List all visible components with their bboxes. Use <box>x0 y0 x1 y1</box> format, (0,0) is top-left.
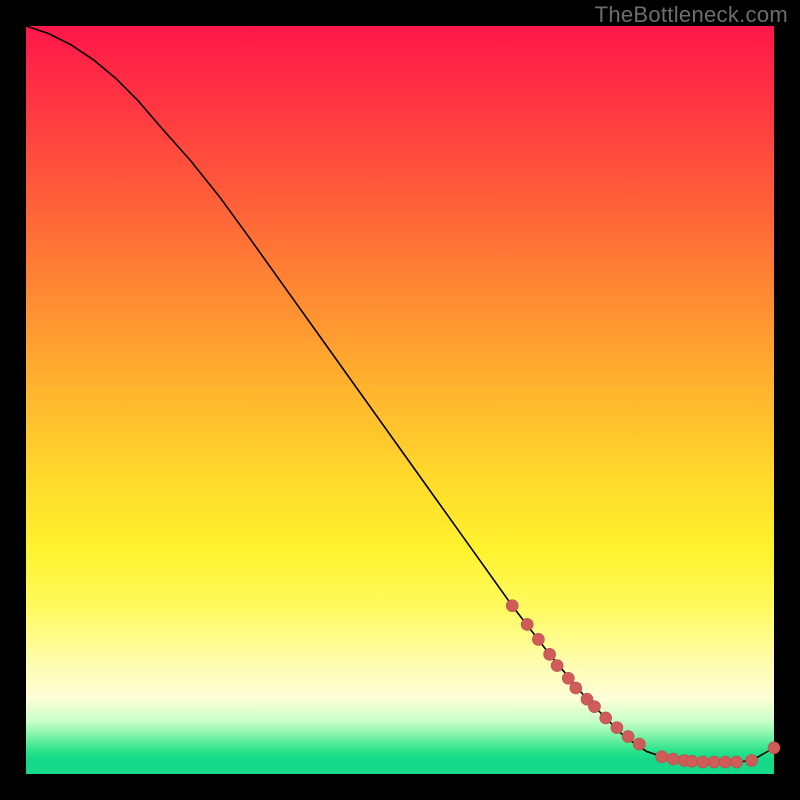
data-point <box>588 701 600 713</box>
data-point <box>656 751 668 763</box>
data-point <box>731 756 743 768</box>
data-point <box>521 618 533 630</box>
chart-overlay <box>26 26 774 774</box>
data-point <box>768 742 780 754</box>
bottleneck-curve <box>26 26 774 762</box>
data-point <box>600 712 612 724</box>
data-point <box>686 755 698 767</box>
plot-area <box>26 26 774 774</box>
data-point <box>697 756 709 768</box>
data-point <box>506 600 518 612</box>
data-point <box>633 738 645 750</box>
data-point <box>611 722 623 734</box>
data-point <box>570 682 582 694</box>
highlighted-points-group <box>506 600 780 768</box>
data-point <box>667 753 679 765</box>
data-point <box>532 633 544 645</box>
data-point <box>719 756 731 768</box>
data-point <box>746 755 758 767</box>
data-point <box>551 660 563 672</box>
data-point <box>562 672 574 684</box>
data-point <box>622 731 634 743</box>
chart-frame: TheBottleneck.com <box>0 0 800 800</box>
watermark-text: TheBottleneck.com <box>595 2 788 28</box>
data-point <box>544 648 556 660</box>
data-point <box>708 756 720 768</box>
